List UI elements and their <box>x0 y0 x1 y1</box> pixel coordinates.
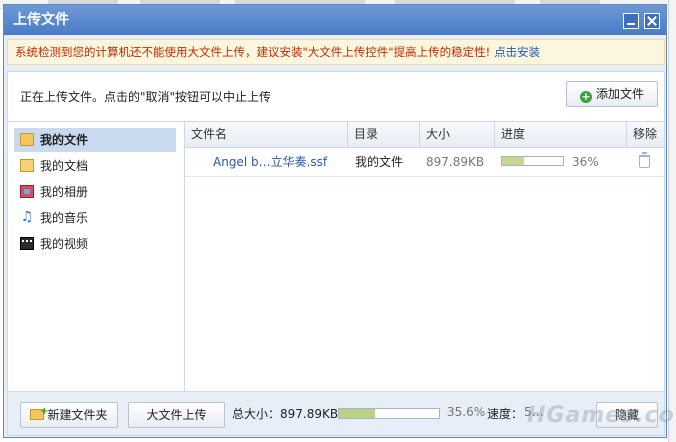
minimize-icon[interactable] <box>623 13 639 29</box>
dialog-titlebar[interactable]: 上传文件 <box>4 5 666 35</box>
table-header: 文件名 目录 大小 进度 移除 <box>185 122 664 148</box>
album-icon <box>20 185 34 198</box>
large-file-upload-label: 大文件上传 <box>146 408 207 422</box>
sidebar-item-my-files[interactable]: 我的文件 <box>14 128 176 152</box>
speed-label: 速度： <box>487 407 524 421</box>
column-header-directory[interactable]: 目录 <box>348 122 420 147</box>
total-size-label: 总大小：897.89KB <box>232 407 339 421</box>
table-row[interactable]: Angel b…立华奏.ssf 我的文件 897.89KB 36% <box>185 148 664 177</box>
total-progress-text: 35.6% <box>447 405 486 419</box>
column-header-progress[interactable]: 进度 <box>495 122 627 147</box>
column-header-remove[interactable]: 移除 <box>627 122 664 147</box>
close-icon[interactable] <box>644 13 660 29</box>
video-icon <box>20 237 34 250</box>
dialog-title: 上传文件 <box>13 12 69 28</box>
install-link[interactable]: 点击安装 <box>494 45 540 59</box>
add-file-button[interactable]: + 添加文件 <box>566 81 658 107</box>
total-progress-bar <box>338 408 440 419</box>
sidebar-item-my-videos[interactable]: 我的视频 <box>14 232 176 256</box>
sidebar-item-my-music[interactable]: ♫ 我的音乐 <box>14 206 176 230</box>
file-directory: 我的文件 <box>355 155 404 169</box>
sidebar: 我的文件 我的文档 我的相册 ♫ 我的音乐 我的视频 <box>8 122 185 391</box>
trash-icon[interactable] <box>639 152 650 168</box>
sidebar-item-label: 我的文档 <box>40 159 89 173</box>
file-table: 文件名 目录 大小 进度 移除 Angel b…立华奏.ssf 我的文件 897… <box>185 122 664 391</box>
file-name: Angel b…立华奏.ssf <box>213 155 328 169</box>
content-panel: 我的文件 我的文档 我的相册 ♫ 我的音乐 我的视频 文件名 目录 大小 进度 … <box>7 121 665 392</box>
file-progress-bar <box>501 156 564 166</box>
new-folder-icon <box>30 400 48 424</box>
sidebar-item-label: 我的音乐 <box>40 211 89 225</box>
document-icon <box>20 159 34 172</box>
sidebar-item-label: 我的相册 <box>40 185 89 199</box>
large-file-upload-button[interactable]: 大文件上传 <box>128 402 225 428</box>
column-header-size[interactable]: 大小 <box>420 122 495 147</box>
column-header-filename[interactable]: 文件名 <box>185 122 348 147</box>
add-file-label: 添加文件 <box>595 87 644 101</box>
total-progress-fill <box>339 409 375 418</box>
upload-dialog: 上传文件 系统检测到您的计算机还不能使用大文件上传，建议安装"大文件上传控件"提… <box>3 4 667 438</box>
watermark: HGames.com <box>527 403 676 428</box>
file-progress-fill <box>502 157 524 165</box>
new-folder-button[interactable]: 新建文件夹 <box>20 400 118 428</box>
status-message: 正在上传文件。点击的"取消"按钮可以中止上传 <box>20 90 272 104</box>
sidebar-item-label: 我的视频 <box>40 237 89 251</box>
new-folder-label: 新建文件夹 <box>47 408 108 422</box>
file-size: 897.89KB <box>426 155 485 169</box>
sidebar-item-label: 我的文件 <box>40 133 89 147</box>
folder-icon <box>20 133 34 146</box>
music-icon: ♫ <box>20 209 34 225</box>
sidebar-item-my-documents[interactable]: 我的文档 <box>14 154 176 178</box>
plus-icon: + <box>579 90 592 103</box>
sidebar-item-my-album[interactable]: 我的相册 <box>14 180 176 204</box>
install-notice: 系统检测到您的计算机还不能使用大文件上传，建议安装"大文件上传控件"提高上传的稳… <box>7 39 665 65</box>
file-progress-text: 36% <box>572 155 599 169</box>
upload-toolbar: 正在上传文件。点击的"取消"按钮可以中止上传 + 添加文件 <box>7 71 665 121</box>
background-scroll-edge <box>668 0 676 442</box>
notice-text: 系统检测到您的计算机还不能使用大文件上传，建议安装"大文件上传控件"提高上传的稳… <box>15 45 491 59</box>
